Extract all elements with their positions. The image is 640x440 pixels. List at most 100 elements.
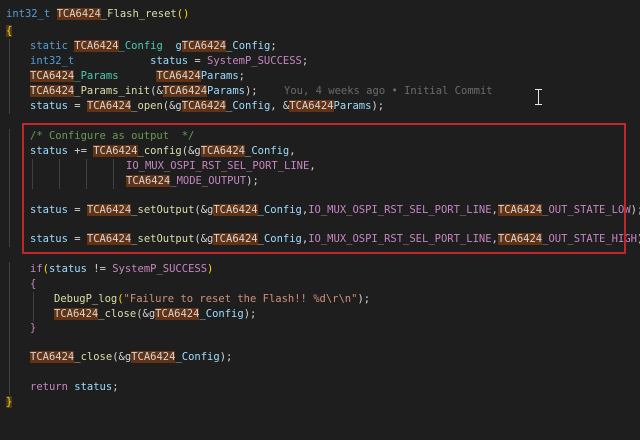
code-line-decl-config: static TCA6424_Config gTCA6424_Config; (0, 39, 277, 54)
operator: = (188, 55, 208, 67)
indent-guide (9, 277, 10, 292)
git-blame-annotation: You, 4 weeks ago • Initial Commit (284, 85, 493, 97)
indent-guide (9, 39, 10, 54)
indent-guide (9, 336, 10, 351)
punctuation: ; (112, 381, 119, 393)
indent-guide (9, 54, 10, 69)
function-name: _Flash_reset (100, 8, 177, 20)
variable: _Config (199, 308, 244, 320)
open-brace: { (30, 278, 37, 290)
indent-guide (9, 292, 10, 307)
highlight-token: TCA6424 (181, 40, 227, 52)
punctuation: ; (301, 55, 309, 67)
code-line-params-init: TCA6424_Params_init(&TCA6424Params); You… (0, 84, 493, 99)
indent-guide (33, 307, 34, 322)
code-line-close-brace: } (0, 395, 25, 410)
variable: Params (200, 70, 239, 82)
highlight-token: TCA6424 (56, 8, 101, 20)
type-name: _Config (118, 40, 163, 52)
indent-guide (9, 99, 10, 114)
function-name: DebugP_log (54, 293, 118, 305)
punctuation: ); (630, 204, 640, 216)
operator: != (86, 263, 113, 275)
macro: SystemP_SUCCESS (207, 55, 302, 67)
punctuation: , & (270, 100, 290, 112)
punctuation: ; (238, 70, 245, 82)
keyword-if: if (30, 263, 43, 275)
open-brace: { (6, 25, 13, 37)
variable: _Config (226, 40, 271, 52)
indent-guide (9, 350, 10, 365)
type-name: int32_t (30, 55, 75, 67)
code-line-blank (0, 365, 25, 380)
indent-guide (9, 129, 10, 144)
operator: = (67, 100, 87, 112)
variable: _Config (175, 351, 220, 363)
indent-guide (9, 307, 10, 322)
variable: g (175, 40, 182, 52)
return-type: int32_t (6, 8, 51, 20)
highlight-token: TCA6424 (156, 70, 201, 82)
punctuation: (&g (112, 351, 132, 363)
indent-guide (9, 84, 10, 99)
highlight-token: TCA6424 (74, 40, 119, 52)
punctuation: ); (244, 85, 258, 97)
punctuation: ; (270, 40, 277, 52)
variable: _Config (226, 100, 271, 112)
indent-guide (9, 203, 10, 218)
type-name: _Params (74, 70, 119, 82)
function-name: _Params_init (74, 85, 151, 97)
indent-guide (9, 189, 10, 204)
function-name: _close (74, 351, 113, 363)
indent-guide (9, 159, 10, 174)
keyword-return: return (30, 381, 68, 393)
punctuation: ); (243, 308, 257, 320)
code-line-close-in-if: TCA6424_close(&gTCA6424_Config); (0, 307, 256, 322)
highlight-token: TCA6424 (30, 85, 75, 97)
code-line-if-open: { (0, 277, 36, 292)
macro: SystemP_SUCCESS (112, 263, 208, 275)
highlight-token: TCA6424 (155, 308, 200, 320)
code-editor[interactable]: int32_t TCA6424_Flash_reset() { static T… (0, 0, 640, 419)
close-brace: } (6, 396, 13, 408)
function-name: _open (131, 100, 163, 112)
close-brace: } (30, 322, 37, 334)
highlight-token: TCA6424 (54, 308, 99, 320)
indent-guide (9, 321, 10, 336)
code-line-if: if(status != SystemP_SUCCESS) (0, 262, 213, 277)
code-line-return: return status; (0, 380, 119, 395)
punctuation: (&g (162, 100, 182, 112)
text-cursor-icon (535, 89, 542, 105)
punctuation: ); (357, 293, 371, 305)
highlight-token: TCA6424 (289, 100, 334, 112)
punctuation: ); (219, 351, 233, 363)
indent-guide (9, 232, 10, 247)
code-line-blank (0, 336, 25, 351)
code-line-decl-status: int32_t status = SystemP_SUCCESS; (0, 54, 308, 69)
function-name: _close (98, 308, 137, 320)
variable: status (30, 100, 68, 112)
indent-guide (9, 262, 10, 277)
highlight-token: TCA6424 (30, 70, 75, 82)
highlight-token: TCA6424 (86, 100, 132, 112)
indent-guide (9, 69, 10, 84)
code-line-close-call: TCA6424_close(&gTCA6424_Config); (0, 350, 232, 365)
paren: ) (207, 263, 214, 275)
string-literal: "Failure to reset the Flash!! %d\r\n" (123, 293, 358, 305)
punctuation: ); (371, 100, 385, 112)
code-line-debug-log: DebugP_log("Failure to reset the Flash!!… (0, 292, 370, 307)
code-line-if-close: } (0, 321, 36, 336)
indent-guide (9, 365, 10, 380)
code-line-decl-params: TCA6424_Params TCA6424Params; (0, 69, 245, 84)
parens: () (176, 8, 190, 20)
highlight-box (22, 123, 626, 254)
indent-guide (9, 218, 10, 233)
highlight-token: TCA6424 (131, 351, 176, 363)
code-line-signature: int32_t TCA6424_Flash_reset() (0, 7, 189, 22)
variable: status (48, 263, 87, 275)
highlight-token: TCA6424 (162, 85, 208, 97)
highlight-token: TCA6424 (181, 100, 227, 112)
indent-guide (9, 380, 10, 395)
keyword-static: static (30, 40, 68, 52)
variable: Params (333, 100, 372, 112)
